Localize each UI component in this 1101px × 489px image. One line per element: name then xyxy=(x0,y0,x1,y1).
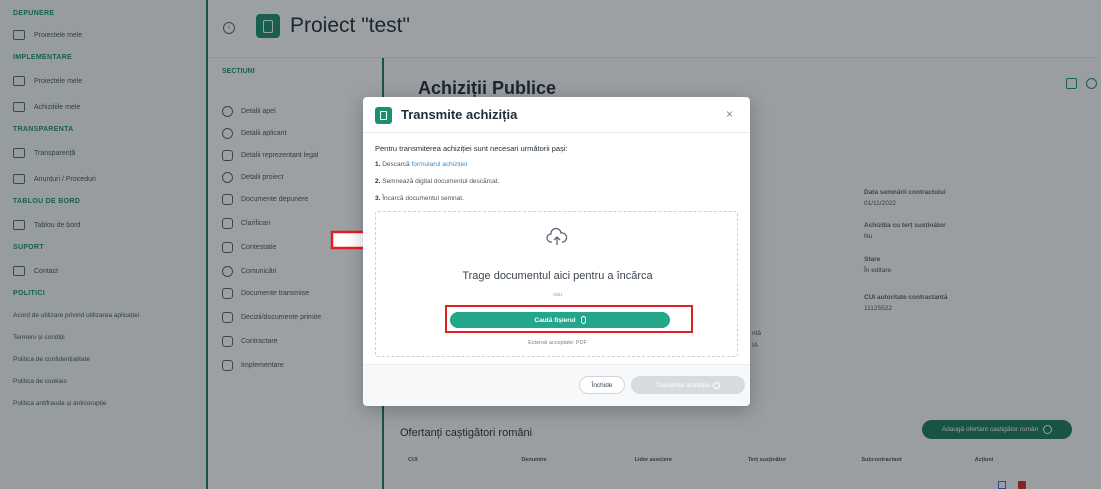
close-button[interactable]: Închide xyxy=(579,376,625,394)
step-2: 2. Semnează digital documentul descărcat… xyxy=(375,178,499,185)
step-3: 3. Încarcă documentul semnat. xyxy=(375,195,464,202)
modal-footer: Închide Transmite achiziția xyxy=(363,364,750,406)
send-label: Transmite achiziția xyxy=(655,381,710,389)
paperclip-icon xyxy=(580,316,586,324)
step-1: 1. Descarcă formularul achiziției xyxy=(375,161,467,168)
download-form-link[interactable]: formularul achiziției xyxy=(412,161,468,168)
send-achizitie-button[interactable]: Transmite achiziția xyxy=(631,376,745,394)
step-text: Semnează digital documentul descărcat. xyxy=(382,178,500,185)
modal-intro: Pentru transmiterea achiziției sunt nece… xyxy=(375,144,568,153)
step-number: 1. xyxy=(375,161,381,168)
dropzone-text: Trage documentul aici pentru a încărca xyxy=(462,270,653,282)
accepted-extensions: Extensii acceptate: PDF xyxy=(528,340,587,346)
step-number: 3. xyxy=(375,195,381,202)
step-text: Încarcă documentul semnat. xyxy=(382,195,464,202)
file-dropzone[interactable]: Trage documentul aici pentru a încărca s… xyxy=(375,211,738,357)
close-icon[interactable]: × xyxy=(726,107,733,121)
dropzone-or: sau xyxy=(553,292,562,298)
browse-file-button[interactable]: Caută fișierul xyxy=(450,312,670,328)
document-icon xyxy=(375,107,392,124)
browse-file-label: Caută fișierul xyxy=(534,316,576,324)
modal-header: Transmite achiziția × xyxy=(363,97,750,133)
send-icon xyxy=(713,381,721,389)
step-text: Descarcă xyxy=(382,161,412,168)
modal-title: Transmite achiziția xyxy=(401,107,518,122)
cloud-upload-icon xyxy=(546,227,568,245)
step-number: 2. xyxy=(375,178,381,185)
transmite-achizitia-modal: Transmite achiziția × Pentru transmitere… xyxy=(363,97,750,406)
